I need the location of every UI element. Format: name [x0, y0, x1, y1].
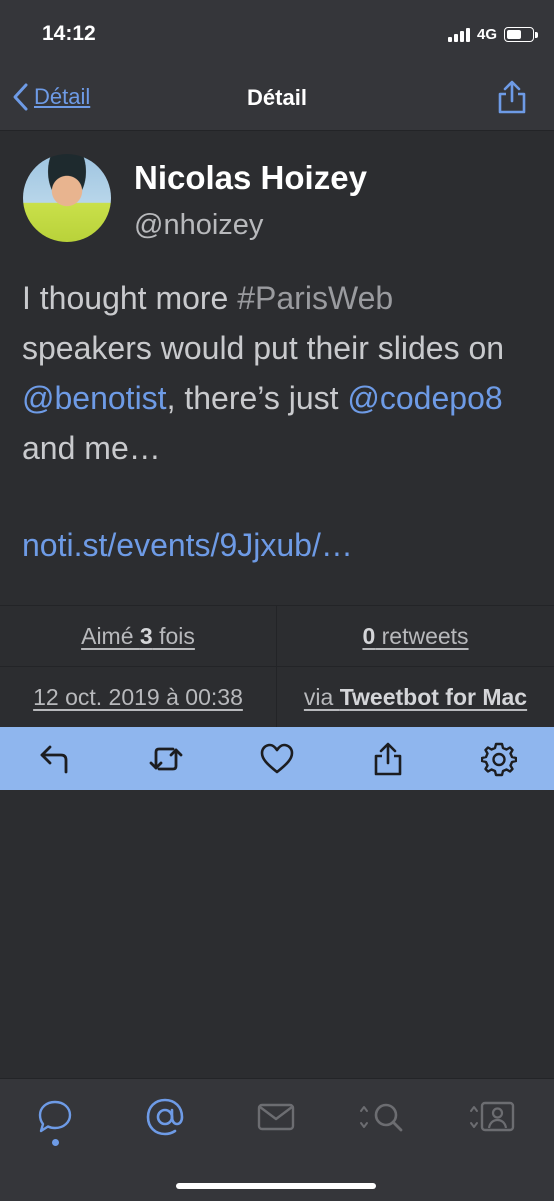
- via-prefix: via: [303, 683, 340, 710]
- battery-icon: [504, 26, 538, 42]
- mention-link[interactable]: @benotist: [22, 380, 167, 416]
- tweet-url-link[interactable]: noti.st/events/9Jjxub/…: [22, 527, 353, 564]
- gear-icon: [480, 742, 517, 776]
- share-button[interactable]: [496, 79, 528, 120]
- date-stat[interactable]: 12 oct. 2019 à 00:38: [0, 667, 277, 727]
- unread-dot: [52, 1139, 59, 1146]
- home-indicator: [176, 1183, 376, 1189]
- likes-link[interactable]: Aimé 3 fois: [81, 623, 195, 650]
- signal-icon: [447, 26, 470, 42]
- likes-count: 3: [139, 622, 153, 649]
- tweet-text: I thought more #ParisWeb speakers would …: [22, 273, 522, 473]
- author-handle[interactable]: @nhoizey: [134, 209, 263, 242]
- at-sign-icon: [146, 1098, 184, 1136]
- client-link[interactable]: via Tweetbot for Mac: [304, 684, 527, 711]
- retweet-icon: [149, 747, 183, 770]
- retweet-button[interactable]: [111, 727, 222, 790]
- network-label: 4G: [476, 25, 497, 43]
- nav-bar: Détail Détail: [0, 68, 554, 131]
- status-time: 14:12: [42, 22, 96, 45]
- client-name: Tweetbot for Mac: [339, 683, 528, 710]
- status-indicators: 4G: [447, 24, 538, 44]
- settings-button[interactable]: [443, 727, 554, 790]
- retweets-count: 0: [362, 622, 376, 649]
- profile-icon: [470, 1101, 515, 1132]
- avatar[interactable]: [23, 154, 111, 242]
- tab-profile[interactable]: [462, 1095, 522, 1139]
- chat-bubble-icon: [38, 1100, 72, 1133]
- action-bar: [0, 727, 554, 790]
- page-title: Détail: [247, 85, 307, 110]
- client-stat[interactable]: via Tweetbot for Mac: [277, 667, 554, 727]
- tweet-date[interactable]: 12 oct. 2019 à 00:38: [33, 684, 243, 711]
- tweet-text-part: and me…: [22, 430, 161, 466]
- mention-link[interactable]: @codepo8: [347, 380, 502, 416]
- tab-timeline[interactable]: [25, 1095, 85, 1139]
- likes-prefix: Aimé: [81, 622, 140, 649]
- reply-icon: [40, 745, 68, 773]
- status-bar: 14:12 4G: [0, 0, 554, 68]
- like-button[interactable]: [222, 727, 333, 790]
- hashtag-link[interactable]: #ParisWeb: [237, 280, 393, 316]
- likes-suffix: fois: [152, 622, 195, 649]
- tweet-text-part: I thought more: [22, 280, 238, 316]
- retweets-label: retweets: [375, 622, 469, 649]
- share-icon: [498, 80, 526, 114]
- tweet-stats: Aimé 3 fois 0 retweets 12 oct. 2019 à 00…: [0, 605, 554, 728]
- tweet-detail: Nicolas Hoizey @nhoizey I thought more #…: [0, 131, 554, 605]
- reply-button[interactable]: [0, 727, 111, 790]
- share-icon: [374, 742, 402, 775]
- tab-search[interactable]: [352, 1095, 412, 1139]
- stats-row: Aimé 3 fois 0 retweets: [0, 606, 554, 667]
- empty-area: [0, 790, 554, 1078]
- likes-stat[interactable]: Aimé 3 fois: [0, 606, 277, 666]
- tweet-text-part: , there’s just: [166, 380, 348, 416]
- retweets-link[interactable]: 0 retweets: [362, 623, 468, 650]
- search-icon: [360, 1103, 403, 1132]
- envelope-icon: [257, 1103, 295, 1131]
- share-tweet-button[interactable]: [332, 727, 443, 790]
- heart-icon: [260, 743, 294, 773]
- tab-mentions[interactable]: [135, 1095, 195, 1139]
- author-name[interactable]: Nicolas Hoizey: [134, 159, 367, 197]
- meta-row: 12 oct. 2019 à 00:38 via Tweetbot for Ma…: [0, 667, 554, 727]
- tweet-text-part: speakers would put their slides on: [22, 330, 505, 366]
- retweets-stat[interactable]: 0 retweets: [277, 606, 554, 666]
- tab-messages[interactable]: [246, 1095, 306, 1139]
